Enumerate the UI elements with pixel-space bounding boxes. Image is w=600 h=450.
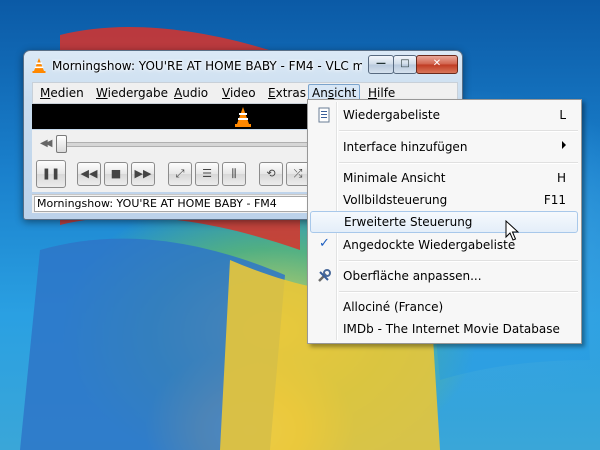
menu-mnemonic: A — [174, 86, 183, 100]
view-menu-dropdown: Wiedergabeliste L Interface hinzufügen M… — [307, 99, 582, 344]
previous-button[interactable]: ◀◀ — [77, 162, 101, 186]
stop-button[interactable]: ■ — [104, 162, 128, 186]
playlist-button[interactable]: ☰ — [195, 162, 219, 186]
menu-separator — [339, 130, 578, 132]
menu-item-allocine[interactable]: Allociné (France) — [310, 296, 578, 318]
checkmark-icon: ✓ — [319, 236, 330, 251]
extended-settings-button[interactable]: ⫼ — [222, 162, 246, 186]
menu-mnemonic: M — [40, 86, 51, 100]
menu-mnemonic: V — [222, 86, 230, 100]
menu-item-wiedergabeliste[interactable]: Wiedergabeliste L — [310, 104, 578, 126]
seek-handle[interactable] — [56, 135, 67, 153]
menu-video[interactable]: Video — [219, 85, 259, 101]
menu-wiedergabe[interactable]: Wiedergabe — [93, 85, 171, 101]
menu-item-shortcut: L — [559, 108, 566, 122]
rewind-indicator-icon: ◀◀ — [40, 138, 53, 149]
menu-separator — [339, 260, 578, 262]
menu-label: xtras — [275, 86, 306, 100]
menu-item-label: Minimale Ansicht — [343, 171, 446, 185]
next-button[interactable]: ▶▶ — [131, 162, 155, 186]
loop-button[interactable]: ⟲ — [259, 162, 283, 186]
submenu-arrow-icon — [562, 141, 566, 149]
close-button[interactable]: ✕ — [416, 55, 458, 74]
minimize-button[interactable]: — — [368, 55, 394, 74]
menu-label: An — [312, 86, 328, 100]
vlc-cone-icon — [235, 107, 251, 127]
menu-item-erweiterte-steuerung[interactable]: Erweiterte Steuerung — [310, 211, 578, 233]
menu-label: ideo — [229, 86, 256, 100]
menu-item-vollbildsteuerung[interactable]: Vollbildsteuerung F11 — [310, 189, 578, 211]
maximize-button[interactable]: □ — [393, 55, 417, 74]
menu-item-minimale-ansicht[interactable]: Minimale Ansicht H — [310, 167, 578, 189]
menu-mnemonic: W — [96, 86, 108, 100]
menu-separator — [339, 162, 578, 164]
menu-label: ilfe — [377, 86, 396, 100]
menu-item-label: Angedockte Wiedergabeliste — [343, 238, 516, 252]
menu-mnemonic: H — [368, 86, 378, 100]
menu-item-label: Vollbildsteuerung — [343, 193, 448, 207]
menu-item-angedockte-wiedergabeliste[interactable]: ✓ Angedockte Wiedergabeliste — [310, 234, 578, 256]
now-playing-status: Morningshow: YOU'RE AT HOME BABY - FM4 — [34, 196, 310, 212]
menu-item-shortcut: F11 — [543, 193, 566, 207]
menu-item-oberflaeche-anpassen[interactable]: Oberfläche anpassen... — [310, 265, 578, 287]
menu-label: udio — [182, 86, 209, 100]
menu-item-label: Wiedergabeliste — [343, 108, 441, 122]
menu-mnemonic: E — [268, 86, 276, 100]
menu-separator — [339, 291, 578, 293]
menu-item-label: Oberfläche anpassen... — [343, 269, 482, 283]
menu-item-shortcut: H — [556, 171, 566, 185]
menu-item-label: IMDb - The Internet Movie Database — [343, 322, 560, 336]
menu-audio[interactable]: Audio — [171, 85, 211, 101]
window-title: Morningshow: YOU'RE AT HOME BABY - FM4 -… — [52, 59, 362, 73]
menu-label: icht — [334, 86, 357, 100]
menu-item-imdb[interactable]: IMDb - The Internet Movie Database — [310, 318, 578, 340]
menu-item-label: Interface hinzufügen — [343, 140, 468, 154]
tools-icon — [318, 269, 331, 282]
menu-item-interface-hinzufuegen[interactable]: Interface hinzufügen — [310, 136, 578, 158]
menu-extras[interactable]: Extras — [265, 85, 309, 101]
pause-button[interactable]: ❚❚ — [36, 160, 66, 188]
fullscreen-button[interactable]: ⤢ — [168, 162, 192, 186]
playlist-icon — [318, 107, 330, 123]
menu-label: iedergabe — [107, 86, 169, 100]
mouse-cursor-icon — [505, 220, 519, 241]
title-bar[interactable]: Morningshow: YOU'RE AT HOME BABY - FM4 -… — [24, 51, 462, 81]
menu-medien[interactable]: Medien — [37, 85, 87, 101]
menu-label: edien — [50, 86, 84, 100]
vlc-cone-icon — [32, 58, 46, 73]
menu-item-label: Erweiterte Steuerung — [344, 215, 473, 229]
menu-item-label: Allociné (France) — [343, 300, 444, 314]
